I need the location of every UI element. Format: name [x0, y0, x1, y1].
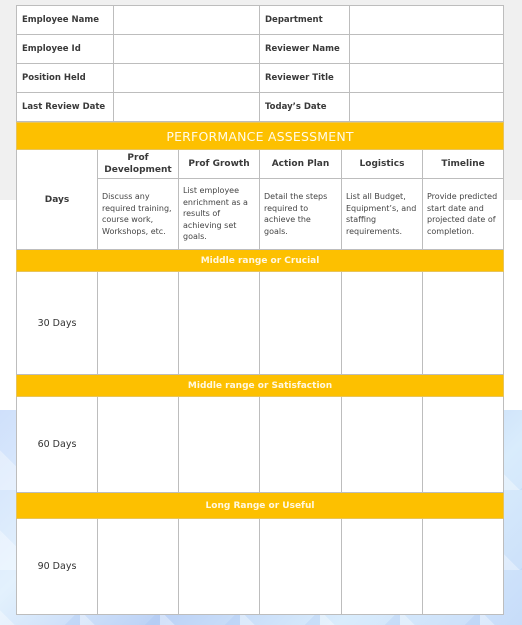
todays-date-label: Today’s Date: [259, 92, 350, 122]
reviewer-name-label: Reviewer Name: [259, 34, 350, 64]
info-row: Employee Name Department: [16, 5, 504, 35]
cell-prof-development[interactable]: [97, 518, 179, 615]
reviewer-title-label: Reviewer Title: [259, 63, 350, 93]
department-label: Department: [259, 5, 350, 35]
employee-id-field[interactable]: [113, 34, 260, 64]
position-held-field[interactable]: [113, 63, 260, 93]
cell-action-plan[interactable]: [259, 518, 342, 615]
days-header: Days: [16, 149, 98, 250]
reviewer-title-field[interactable]: [349, 63, 504, 93]
column-header-prof-development: Prof Development: [97, 149, 179, 179]
cell-prof-growth[interactable]: [178, 271, 260, 375]
employee-id-label: Employee Id: [16, 34, 114, 64]
table-row: 90 Days: [16, 518, 505, 615]
table-row: 60 Days: [16, 396, 505, 493]
section-title: Middle range or Satisfaction: [15, 374, 505, 397]
cell-prof-growth[interactable]: [178, 396, 260, 493]
section-bar-satisfaction: Middle range or Satisfaction: [15, 374, 505, 397]
cell-prof-development[interactable]: [97, 271, 179, 375]
cell-timeline[interactable]: [421, 271, 505, 375]
cell-timeline[interactable]: [421, 396, 505, 493]
todays-date-field[interactable]: [349, 92, 504, 122]
column-header-prof-growth: Prof Growth: [178, 149, 260, 179]
reviewer-name-field[interactable]: [349, 34, 504, 64]
description-logistics: List all Budget, Equipment’s, and staffi…: [341, 178, 423, 250]
description-timeline: Provide predicted start date and project…: [421, 178, 505, 250]
column-header-logistics: Logistics: [341, 149, 423, 179]
last-review-date-field[interactable]: [113, 92, 260, 122]
position-held-label: Position Held: [16, 63, 114, 93]
cell-logistics[interactable]: [341, 271, 423, 375]
description-action-plan: Detail the steps required to achieve the…: [259, 178, 342, 250]
days-label: 30 Days: [16, 271, 98, 375]
cell-logistics[interactable]: [341, 396, 423, 493]
employee-info-table: Employee Name Department Employee Id Rev…: [16, 5, 504, 122]
section-bar-crucial: Middle range or Crucial: [15, 249, 505, 272]
cell-action-plan[interactable]: [259, 271, 342, 375]
cell-timeline[interactable]: [421, 518, 505, 615]
cell-prof-development[interactable]: [97, 396, 179, 493]
column-header-action-plan: Action Plan: [259, 149, 342, 179]
assessment-title: PERFORMANCE ASSESSMENT: [15, 122, 505, 150]
assessment-title-bar: PERFORMANCE ASSESSMENT: [15, 122, 505, 150]
cell-logistics[interactable]: [341, 518, 423, 615]
table-row: 30 Days: [16, 271, 505, 375]
info-row: Position Held Reviewer Title: [16, 63, 504, 93]
employee-name-field[interactable]: [113, 5, 260, 35]
cell-action-plan[interactable]: [259, 396, 342, 493]
section-bar-useful: Long Range or Useful: [15, 492, 505, 519]
last-review-date-label: Last Review Date: [16, 92, 114, 122]
column-header-row: Days Prof Development Prof Growth Action…: [16, 149, 505, 250]
cell-prof-growth[interactable]: [178, 518, 260, 615]
employee-name-label: Employee Name: [16, 5, 114, 35]
column-header-timeline: Timeline: [421, 149, 505, 179]
days-label: 60 Days: [16, 396, 98, 493]
info-row: Last Review Date Today’s Date: [16, 92, 504, 122]
section-title: Long Range or Useful: [15, 492, 505, 519]
section-title: Middle range or Crucial: [15, 249, 505, 272]
department-field[interactable]: [349, 5, 504, 35]
description-prof-growth: List employee enrichment as a results of…: [178, 178, 260, 250]
info-row: Employee Id Reviewer Name: [16, 34, 504, 64]
description-prof-development: Discuss any required training, course wo…: [97, 178, 179, 250]
performance-review-form: Employee Name Department Employee Id Rev…: [15, 5, 505, 615]
assessment-table: PERFORMANCE ASSESSMENT Days Prof Develop…: [15, 122, 505, 615]
days-label: 90 Days: [16, 518, 98, 615]
